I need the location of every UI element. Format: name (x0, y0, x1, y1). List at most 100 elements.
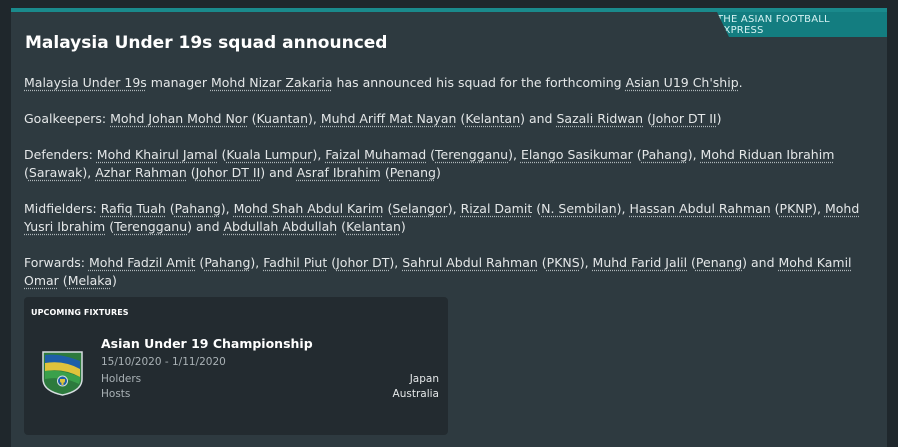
article-paragraph-midfielders: Midfielders: Rafiq Tuah (Pahang), Mohd S… (24, 200, 874, 236)
article-link[interactable]: Pahang (204, 255, 250, 270)
article-link[interactable]: Selangor (392, 201, 447, 216)
article-text: Goalkeepers: (24, 111, 111, 126)
article-link[interactable]: Sahrul Abdul Rahman (402, 255, 538, 270)
article-link[interactable]: Terengganu (114, 219, 187, 234)
article-link[interactable]: Kuala Lumpur (226, 147, 312, 162)
article-link[interactable]: Sarawak (29, 165, 83, 180)
article-text: ( (537, 255, 547, 270)
article-link[interactable]: Rafiq Tuah (101, 201, 166, 216)
holders-label: Holders (101, 373, 142, 385)
article-link[interactable]: Mohd Shah Abdul Karim (234, 201, 384, 216)
upcoming-fixtures-card: UPCOMING FIXTURES Asian Under 19 Champio… (24, 297, 448, 435)
competition-dates: 15/10/2020 - 1/11/2020 (101, 356, 226, 368)
article-paragraph-defenders: Defenders: Mohd Khairul Jamal (Kuala Lum… (24, 146, 874, 182)
article-text: ( (532, 201, 542, 216)
article-link[interactable]: Mohd Fadzil Amit (89, 255, 195, 270)
article-text: Forwards: (24, 255, 89, 270)
article-text: ( (383, 201, 393, 216)
article-text: ), (508, 147, 521, 162)
article-link[interactable]: Terengganu (435, 147, 508, 162)
article-link[interactable]: PKNS (547, 255, 580, 270)
article-link[interactable]: Fadhil Piut (263, 255, 327, 270)
article-link[interactable]: Johor DT (336, 255, 389, 270)
article-link[interactable]: Johor DT II (196, 165, 261, 180)
article-text: ), (250, 255, 264, 270)
article-text: ), (220, 201, 234, 216)
article-link[interactable]: Asian U19 Ch'ship (626, 75, 739, 90)
article-text: ( (195, 255, 205, 270)
article-text: ) (400, 219, 406, 234)
article-text: ( (687, 255, 696, 270)
competition-name-link[interactable]: Asian Under 19 Championship (101, 336, 313, 351)
article-link[interactable]: Penang (696, 255, 742, 270)
article-text: ) and (742, 255, 779, 270)
article-link[interactable]: Johor DT II (652, 111, 717, 126)
article-text: ( (105, 219, 115, 234)
article-text: ), (616, 201, 630, 216)
article-link[interactable]: Kuantan (256, 111, 308, 126)
article-text: ), (312, 147, 326, 162)
article-text: ), (687, 147, 701, 162)
news-source-tag: THE ASIAN FOOTBALL EXPRESS (717, 12, 887, 37)
article-link[interactable]: Kelantan (346, 219, 401, 234)
article-paragraph-goalkeepers: Goalkeepers: Mohd Johan Mohd Nor ( Kuanta… (24, 110, 874, 128)
article-text: ( (632, 147, 642, 162)
article-text: ) (716, 111, 722, 126)
hosts-value[interactable]: Australia (393, 388, 439, 400)
article-link[interactable]: Faizal Muhamad (325, 147, 426, 162)
holders-value[interactable]: Japan (410, 373, 439, 385)
article-text: ) and (520, 111, 557, 126)
article-text: ) (435, 165, 441, 180)
article-text: ), (308, 111, 321, 126)
article-link[interactable]: PKNP (780, 201, 813, 216)
article-link[interactable]: Asraf Ibrahim (297, 165, 381, 180)
article-link[interactable]: Hassan Abdul Rahman (629, 201, 770, 216)
article-text: ( (456, 111, 466, 126)
article-text: has announced his squad for the forthcom… (332, 75, 626, 90)
hosts-label: Hosts (101, 388, 131, 400)
article-text: ( (186, 165, 196, 180)
article-link[interactable]: Elango Sasikumar (521, 147, 633, 162)
trophy-shield-icon[interactable] (40, 349, 85, 397)
article-link[interactable]: Mohd Riduan Ibrahim (701, 147, 835, 162)
article-link[interactable]: Rizal Damit (461, 201, 533, 216)
article-paragraph-forwards: Forwards: Mohd Fadzil Amit (Pahang), Fad… (24, 254, 874, 290)
article-text: Defenders: (24, 147, 97, 162)
article-link[interactable]: Melaka (68, 273, 112, 288)
article-text: ( (380, 165, 390, 180)
article-text: ) (111, 273, 117, 288)
article-link[interactable]: N. Sembilan (541, 201, 617, 216)
article-text: ( (165, 201, 175, 216)
article-text: ( (426, 147, 436, 162)
article-text: manager (146, 75, 211, 90)
article-link[interactable]: Muhd Ariff Mat Nayan (321, 111, 457, 126)
article-link[interactable]: Mohd Khairul Jamal (97, 147, 218, 162)
article-link[interactable]: Sazali Ridwan (556, 111, 643, 126)
article-link[interactable]: Muhd Farid Jalil (593, 255, 688, 270)
news-source-label: THE ASIAN FOOTBALL EXPRESS (717, 13, 830, 36)
article-text: ), (82, 165, 96, 180)
article-text: ( (337, 219, 347, 234)
article-paragraph-intro: Malaysia Under 19s manager Mohd Nizar Za… (24, 74, 874, 92)
article-link[interactable]: Kelantan (465, 111, 520, 126)
article-text: ( (643, 111, 652, 126)
article-text: ) and (187, 219, 224, 234)
article-link[interactable]: Penang (390, 165, 436, 180)
article-text: ( (58, 273, 68, 288)
fixtures-title: UPCOMING FIXTURES (31, 308, 129, 317)
article-link[interactable]: Malaysia Under 19s (24, 75, 147, 90)
article-link[interactable]: Pahang (642, 147, 688, 162)
article-text: ( (217, 147, 227, 162)
article-link[interactable]: Mohd Nizar Zakaria (211, 75, 333, 90)
news-article-panel: THE ASIAN FOOTBALL EXPRESS Malaysia Unde… (11, 8, 887, 447)
article-text: ( (327, 255, 337, 270)
article-link[interactable]: Azhar Rahman (95, 165, 187, 180)
article-text: ), (389, 255, 403, 270)
article-link[interactable]: Abdullah Abdullah (223, 219, 337, 234)
article-link[interactable]: Pahang (175, 201, 221, 216)
article-headline: Malaysia Under 19s squad announced (25, 33, 388, 53)
article-text: ) and (260, 165, 297, 180)
article-text: Midfielders: (24, 201, 101, 216)
article-link[interactable]: Mohd Johan Mohd Nor (110, 111, 247, 126)
article-text: ), (447, 201, 461, 216)
